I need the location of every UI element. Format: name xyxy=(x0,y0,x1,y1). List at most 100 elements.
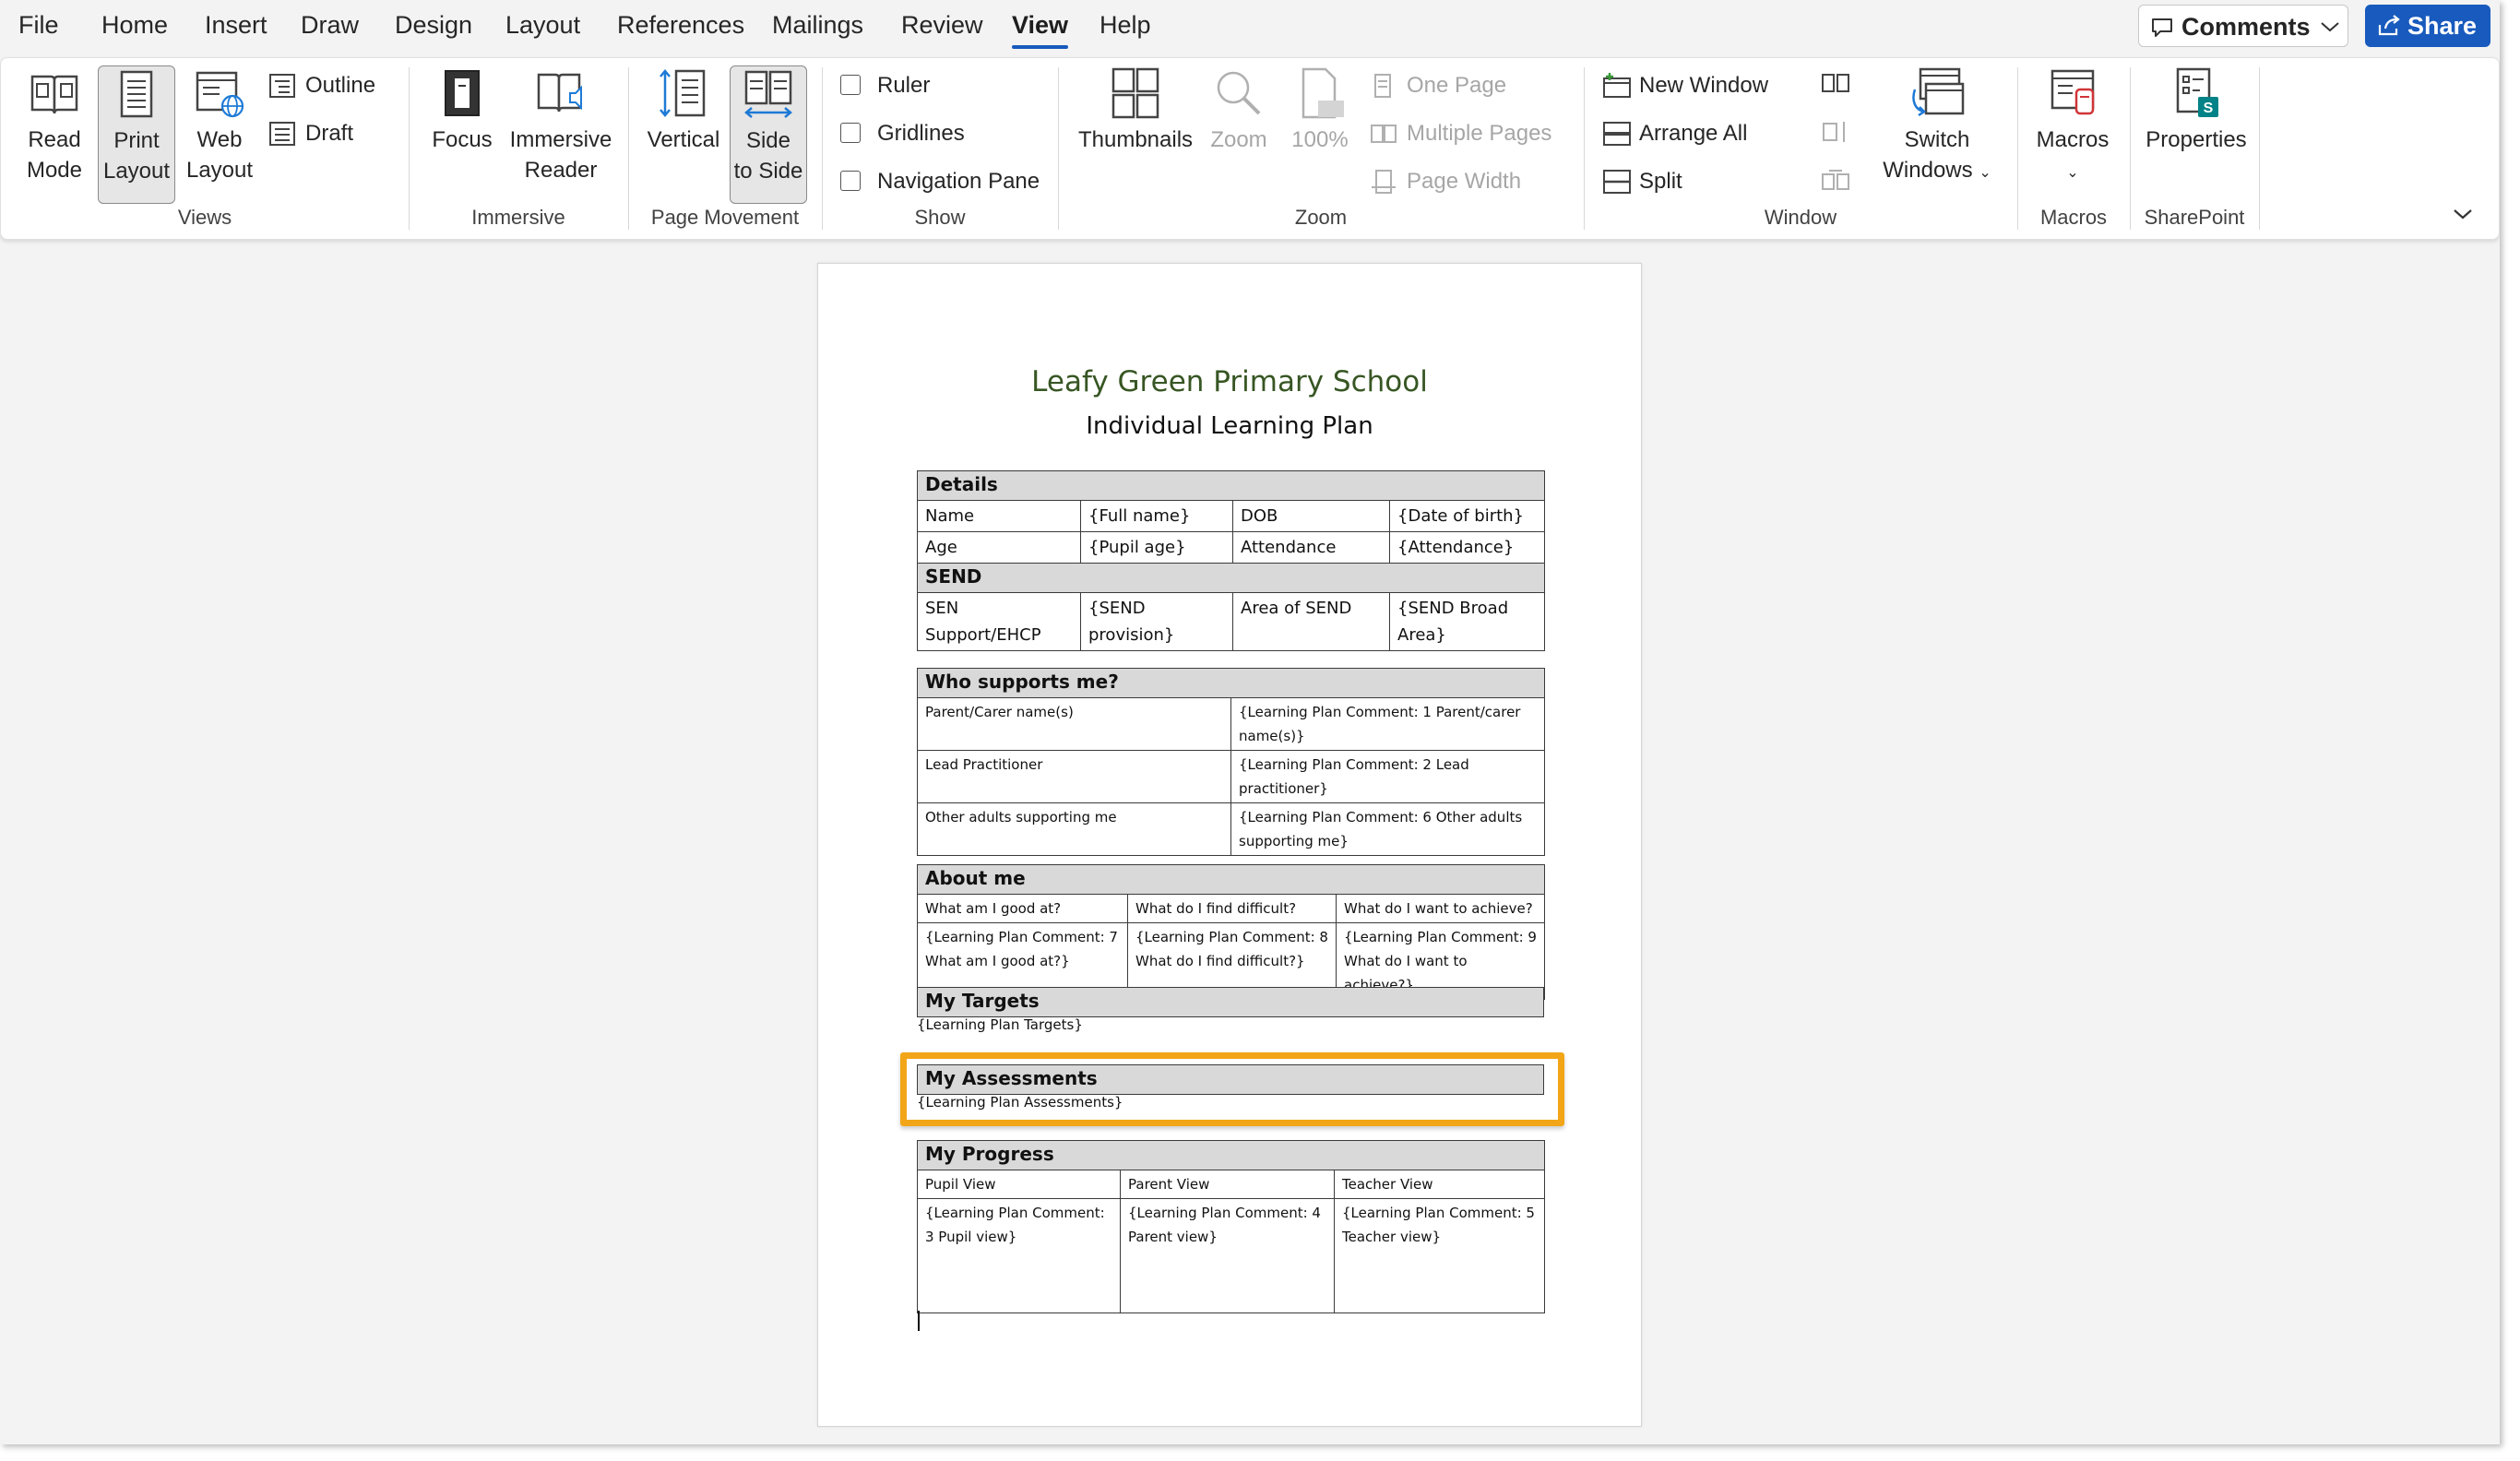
focus-button[interactable]: Focus xyxy=(423,65,501,204)
one-page-label: One Page xyxy=(1407,73,1507,98)
switch-windows-label-line1: Switch xyxy=(1904,127,1970,152)
tab-mailings[interactable]: Mailings xyxy=(772,11,863,40)
progress-table: My Progress Pupil View Parent View Teach… xyxy=(916,1140,1546,1313)
comments-label: Comments xyxy=(2181,13,2311,41)
hundred-percent-button[interactable]: 100% xyxy=(1281,65,1359,204)
tab-design[interactable]: Design xyxy=(395,11,472,40)
outline-button[interactable]: Outline xyxy=(268,69,375,102)
vertical-scroll-icon xyxy=(660,69,706,117)
sen-label: SEN Support/EHCP xyxy=(917,592,1081,651)
targets-placeholder: {Learning Plan Targets} xyxy=(917,1016,1083,1033)
properties-icon: S xyxy=(2176,67,2218,117)
one-page-icon xyxy=(1374,74,1391,98)
new-window-label: New Window xyxy=(1639,73,1769,98)
supports-label: Other adults supporting me xyxy=(917,802,1231,856)
window-group-label: Window xyxy=(1764,206,1837,229)
about-table: About me What am I good at? What do I fi… xyxy=(916,864,1546,1000)
about-column-header: What do I find difficult? xyxy=(1127,894,1337,923)
split-icon xyxy=(1603,170,1631,194)
multiple-pages-button[interactable]: Multiple Pages xyxy=(1370,117,1551,150)
print-layout-button[interactable]: Print Layout xyxy=(98,65,175,204)
side-to-side-label-line1: Side xyxy=(745,128,791,153)
ruler-checkbox-box[interactable] xyxy=(840,75,861,95)
comments-button[interactable]: Comments xyxy=(2138,5,2348,47)
arrange-all-icon xyxy=(1603,122,1631,146)
magnifier-icon xyxy=(1217,71,1261,115)
properties-label: Properties xyxy=(2146,127,2247,152)
zoom-group-label: Zoom xyxy=(1294,206,1348,229)
document-page[interactable]: Leafy Green Primary School Individual Le… xyxy=(817,263,1642,1427)
page-width-button[interactable]: Page Width xyxy=(1370,165,1521,198)
macros-button[interactable]: Macros ⌄ xyxy=(2027,65,2119,204)
side-to-side-label-line2: to Side xyxy=(733,159,803,184)
tab-review[interactable]: Review xyxy=(901,11,983,40)
tab-file[interactable]: File xyxy=(18,11,59,40)
page-layout-icon xyxy=(120,70,153,118)
show-group-label: Show xyxy=(914,206,966,229)
one-page-button[interactable]: One Page xyxy=(1370,69,1506,102)
sen-value: {SEND provision} xyxy=(1080,592,1233,651)
ruler-checkbox[interactable]: Ruler xyxy=(840,69,930,102)
share-icon xyxy=(2378,15,2400,36)
properties-button[interactable]: S Properties xyxy=(2137,65,2255,204)
progress-value: {Learning Plan Comment: 3 Pupil view} xyxy=(917,1198,1121,1313)
view-side-by-side-button[interactable] xyxy=(1820,71,1851,101)
menu-bar: File Home Insert Draw Design Layout Refe… xyxy=(0,0,2500,57)
supports-value: {Learning Plan Comment: 6 Other adults s… xyxy=(1230,802,1546,856)
send-header: SEND xyxy=(916,563,1546,593)
tab-help[interactable]: Help xyxy=(1100,11,1151,40)
immersive-reader-icon xyxy=(537,73,582,113)
navigation-pane-checkbox[interactable]: Navigation Pane xyxy=(840,165,1040,198)
tab-layout[interactable]: Layout xyxy=(505,11,580,40)
reset-window-icon xyxy=(1822,170,1849,190)
comment-icon xyxy=(2152,18,2172,37)
web-layout-button[interactable]: Web Layout xyxy=(181,65,258,204)
focus-icon xyxy=(445,70,480,116)
tab-insert[interactable]: Insert xyxy=(205,11,267,40)
reset-window-position-button[interactable] xyxy=(1820,167,1851,197)
split-label: Split xyxy=(1639,169,1682,194)
gridlines-checkbox-box[interactable] xyxy=(840,123,861,143)
draft-button[interactable]: Draft xyxy=(268,117,353,150)
vertical-button[interactable]: Vertical xyxy=(641,65,726,204)
supports-label: Parent/Carer name(s) xyxy=(917,697,1231,751)
draft-label: Draft xyxy=(305,121,354,146)
navigation-pane-checkbox-box[interactable] xyxy=(840,171,861,191)
word-window: File Home Insert Draw Design Layout Refe… xyxy=(0,0,2500,1444)
outline-icon xyxy=(269,74,295,98)
immersive-reader-button[interactable]: Immersive Reader xyxy=(506,65,615,204)
switch-windows-button[interactable]: Switch Windows ⌄ xyxy=(1877,65,1997,204)
hundred-percent-icon xyxy=(1302,67,1344,119)
area-of-send-label: Area of SEND xyxy=(1232,592,1390,651)
attendance-label: Attendance xyxy=(1232,531,1390,564)
focus-label: Focus xyxy=(432,127,493,152)
progress-value: {Learning Plan Comment: 4 Parent view} xyxy=(1120,1198,1335,1313)
collapse-ribbon-button[interactable] xyxy=(2451,206,2475,227)
arrange-all-button[interactable]: Arrange All xyxy=(1602,117,1747,150)
synchronous-scrolling-button[interactable] xyxy=(1820,119,1851,149)
immersive-group-label: Immersive xyxy=(471,206,565,229)
read-mode-button[interactable]: Read Mode xyxy=(16,65,93,204)
supports-table: Who supports me? Parent/Carer name(s) {L… xyxy=(916,668,1546,856)
tab-view[interactable]: View xyxy=(1012,11,1069,49)
tab-draw[interactable]: Draw xyxy=(301,11,359,40)
side-to-side-button[interactable]: Side to Side xyxy=(730,65,807,204)
split-button[interactable]: Split xyxy=(1602,165,1682,198)
page-movement-group-label: Page Movement xyxy=(650,206,800,229)
thumbnails-button[interactable]: Thumbnails xyxy=(1075,65,1196,204)
ribbon-separator xyxy=(2259,67,2260,230)
highlight-box xyxy=(900,1052,1564,1126)
gridlines-checkbox[interactable]: Gridlines xyxy=(840,117,965,150)
share-label: Share xyxy=(2407,12,2478,40)
new-window-button[interactable]: New Window xyxy=(1602,69,1768,102)
zoom-button[interactable]: Zoom xyxy=(1202,65,1276,204)
navigation-pane-label: Navigation Pane xyxy=(877,169,1040,194)
multiple-pages-label: Multiple Pages xyxy=(1407,121,1552,146)
macros-icon xyxy=(2050,69,2095,115)
tab-references[interactable]: References xyxy=(617,11,744,40)
new-window-icon xyxy=(1603,73,1631,98)
views-group-label: Views xyxy=(177,206,232,229)
share-button[interactable]: Share xyxy=(2365,5,2490,47)
tab-home[interactable]: Home xyxy=(101,11,168,40)
details-header: Details xyxy=(916,470,1546,501)
